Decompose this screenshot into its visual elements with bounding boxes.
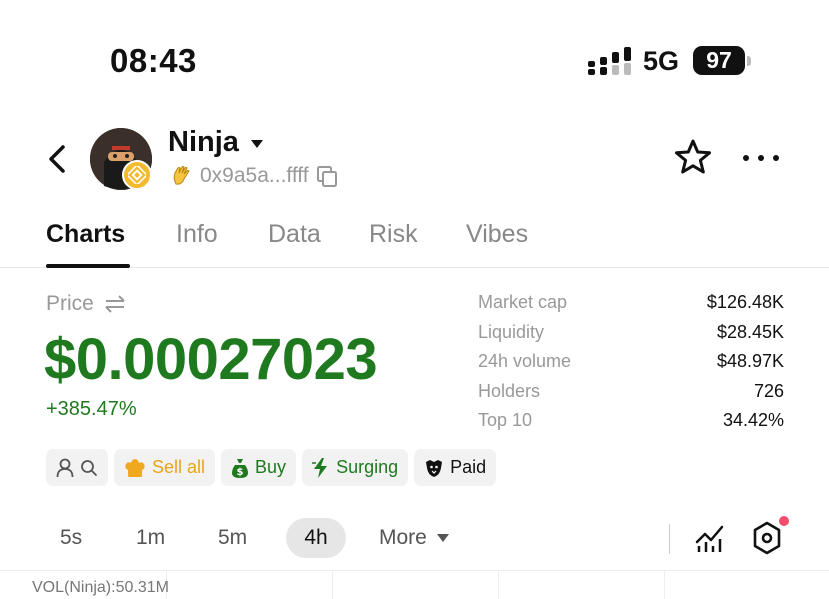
stat-label: Top 10: [478, 410, 533, 431]
stat-label: Market cap: [478, 292, 568, 313]
timeframe-4h[interactable]: 4h: [286, 518, 346, 558]
status-bar: 08:43 5G 97: [0, 0, 829, 110]
more-options-button[interactable]: [743, 148, 779, 168]
token-name: Ninja: [168, 126, 239, 158]
stats-table: Market cap $126.48K Liquidity $28.45K 24…: [478, 288, 784, 436]
status-time: 08:43: [110, 42, 197, 79]
tab-info[interactable]: Info: [176, 220, 218, 249]
surging-label: Surging: [336, 457, 399, 477]
back-button[interactable]: [42, 140, 72, 178]
swap-icon: [105, 295, 125, 313]
current-price: $0.00027023: [44, 327, 378, 392]
bnb-icon: [128, 166, 146, 184]
stat-row-top-10: Top 10 34.42%: [478, 406, 784, 436]
dot-icon: [773, 155, 779, 161]
tab-bar: Charts Info Data Risk Vibes: [0, 214, 829, 268]
tab-risk[interactable]: Risk: [369, 220, 418, 249]
stat-value: $48.97K: [716, 351, 784, 372]
timeframe-5m[interactable]: 5m: [218, 526, 247, 550]
caret-down-icon: [436, 534, 449, 542]
token-selector[interactable]: Ninja: [168, 126, 263, 159]
stat-value: 34.42%: [722, 410, 784, 431]
stat-value: $28.45K: [716, 321, 784, 342]
tab-charts[interactable]: Charts: [46, 220, 125, 249]
stat-label: Holders: [478, 380, 541, 401]
price-change: +385.47%: [46, 398, 137, 420]
paid-chip[interactable]: Paid: [414, 449, 497, 486]
action-chips: Sell all $ Buy Surging Paid: [46, 449, 497, 486]
lightning-icon: [312, 457, 328, 478]
chevron-left-icon: [49, 145, 65, 173]
favorite-star-icon[interactable]: [674, 138, 712, 176]
tab-vibes[interactable]: Vibes: [466, 220, 528, 249]
network-label: 5G: [643, 46, 680, 76]
price-toggle[interactable]: Price: [46, 292, 126, 316]
more-label: More: [379, 526, 427, 549]
stat-row-market-cap: Market cap $126.48K: [478, 288, 784, 318]
token-address: 0x9a5a...ffff: [200, 164, 309, 187]
person-icon: [56, 458, 74, 477]
search-icon: [81, 459, 97, 476]
sell-all-chip[interactable]: Sell all: [114, 449, 216, 486]
volume-label: VOL(Ninja):50.31M: [32, 579, 169, 596]
surging-chip[interactable]: Surging: [302, 449, 409, 486]
timeframe-1m[interactable]: 1m: [136, 526, 165, 550]
search-holders-chip[interactable]: [46, 449, 108, 486]
stat-row-24h-volume: 24h volume $48.97K: [478, 347, 784, 377]
dot-icon: [743, 155, 749, 161]
battery-icon: 97: [693, 46, 745, 75]
buy-label: Buy: [255, 457, 287, 477]
lion-icon: [426, 459, 443, 477]
stat-value: 726: [753, 380, 784, 401]
chart-gridline: [664, 570, 665, 599]
sell-all-label: Sell all: [152, 457, 206, 477]
stat-label: 24h volume: [478, 351, 572, 372]
toolbar-divider: [669, 524, 670, 554]
price-label: Price: [46, 292, 94, 315]
battery-cap: [747, 56, 751, 66]
chart-gridline: [332, 570, 333, 599]
stat-label: Liquidity: [478, 321, 545, 342]
active-tab-indicator: [46, 264, 130, 268]
money-bag-icon: $: [232, 458, 249, 478]
chart-gridline: [498, 570, 499, 599]
chart-settings-icon[interactable]: [750, 520, 784, 556]
notification-dot: [779, 516, 789, 526]
timeframe-5s[interactable]: 5s: [60, 526, 82, 550]
waving-hand-icon: [173, 166, 190, 185]
buy-chip[interactable]: $ Buy: [221, 449, 297, 486]
stat-value: $126.48K: [706, 292, 784, 313]
copy-icon[interactable]: [315, 164, 339, 188]
dot-icon: [758, 155, 764, 161]
chain-badge: [122, 160, 152, 190]
svg-text:$: $: [237, 467, 244, 478]
signal-icon: [588, 47, 631, 75]
caret-down-icon: [250, 139, 263, 148]
timeframe-more-button[interactable]: More: [379, 526, 449, 550]
paid-label: Paid: [450, 457, 487, 477]
indicators-icon[interactable]: [694, 522, 726, 554]
address-row: 0x9a5a...ffff: [170, 164, 339, 188]
stat-row-liquidity: Liquidity $28.45K: [478, 318, 784, 348]
chef-hat-icon: [125, 458, 145, 477]
stat-row-holders: Holders 726: [478, 377, 784, 407]
tab-data[interactable]: Data: [268, 220, 321, 249]
